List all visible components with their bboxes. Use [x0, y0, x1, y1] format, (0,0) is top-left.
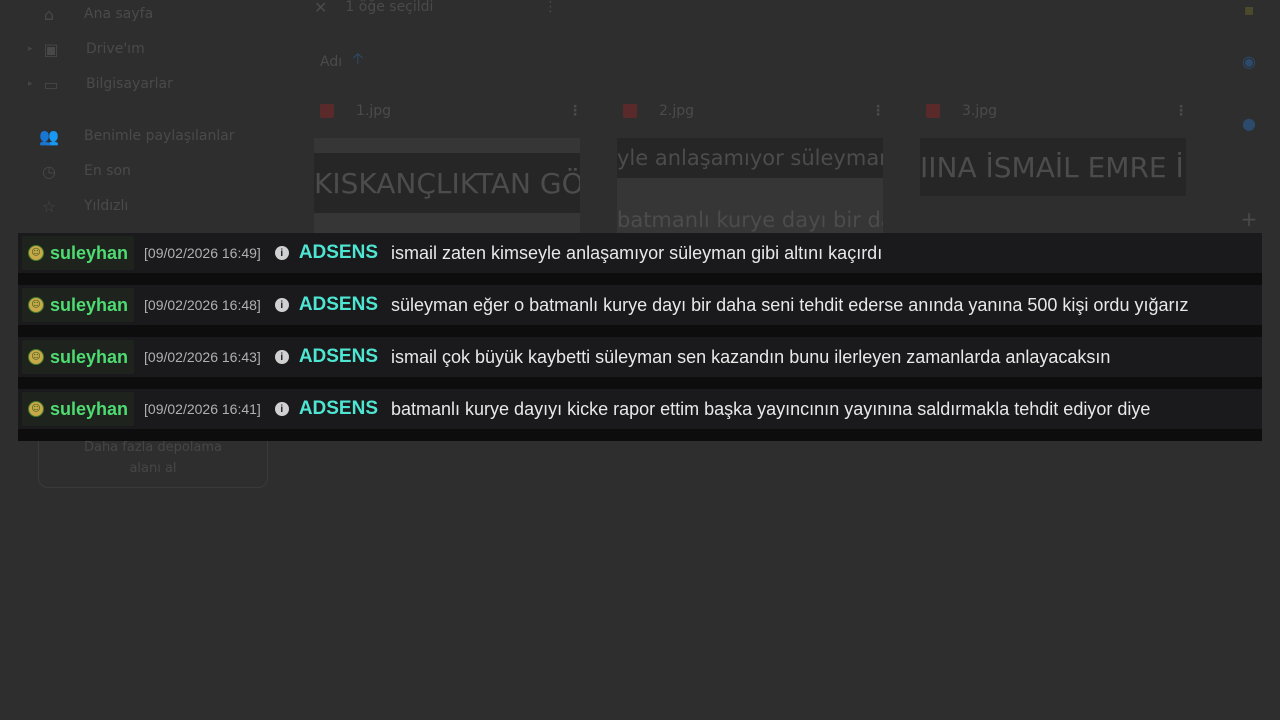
storage-line-2: alanı al [129, 461, 177, 476]
sidebar-item-label: Bilgisayarlar [86, 76, 173, 92]
image-file-icon [926, 104, 940, 118]
thumbnail-text: yle anlaşamıyor süleyman [617, 138, 883, 178]
contacts-icon[interactable]: ● [1240, 114, 1258, 133]
info-icon[interactable]: i [274, 246, 289, 260]
drive-icon: ▣ [43, 39, 59, 59]
sidebar-item-shared[interactable]: 👥 Benimle paylaşılanlar [38, 124, 235, 148]
tasks-icon[interactable]: ◉ [1240, 52, 1258, 71]
file-name: 2.jpg [659, 103, 695, 119]
file-card[interactable]: 3.jpg ⋮ IINA İSMAİL EMRE İ [920, 98, 1188, 196]
username: suleyhan [50, 398, 129, 419]
sidebar-item-label: Yıldızlı [84, 198, 129, 214]
chat-message: ☺ suleyhan [09/02/2026 16:49] i ADSENS i… [18, 233, 1262, 273]
file-card[interactable]: 2.jpg ⋮ yle anlaşamıyor süleyman batmanl… [617, 98, 885, 238]
sidebar-item-my-drive[interactable]: ▸ ▣ Drive'ım [28, 37, 145, 61]
message-text: süleyman eğer o batmanlı kurye dayı bir … [391, 294, 1189, 315]
avatar: ☺ [28, 297, 44, 313]
more-options-icon[interactable]: ⋮ [871, 103, 885, 119]
info-icon[interactable]: i [274, 298, 289, 312]
message-tag: ADSENS [298, 346, 378, 367]
sidebar-item-recent[interactable]: ◷ En son [38, 159, 131, 183]
more-options-icon[interactable]: ⋮ [568, 103, 582, 119]
sidebar-item-starred[interactable]: ☆ Yıldızlı [38, 194, 128, 218]
message-timestamp: [09/02/2026 16:41] [144, 401, 261, 417]
info-icon[interactable]: i [274, 350, 289, 364]
sidebar-item-label: Drive'ım [86, 41, 145, 57]
file-name: 3.jpg [962, 103, 998, 119]
user-badge[interactable]: ☺ suleyhan [22, 236, 135, 270]
file-thumbnail[interactable]: IINA İSMAİL EMRE İ [920, 138, 1186, 196]
chat-message: ☺ suleyhan [09/02/2026 16:41] i ADSENS b… [18, 389, 1262, 429]
sort-header[interactable]: Adı 🡡 [320, 48, 364, 75]
chat-message: ☺ suleyhan [09/02/2026 16:43] i ADSENS i… [18, 337, 1262, 377]
shared-icon: 👥 [39, 126, 59, 146]
home-icon: ⌂ [43, 4, 55, 24]
avatar: ☺ [28, 349, 44, 365]
message-timestamp: [09/02/2026 16:48] [144, 297, 261, 313]
message-text: batmanlı kurye dayıyı kicke rapor ettim … [391, 398, 1151, 419]
file-card[interactable]: 1.jpg ⋮ KISKANÇLIKTAN GÖ [314, 98, 582, 238]
image-file-icon [623, 104, 637, 118]
sidebar-item-label: Benimle paylaşılanlar [84, 128, 235, 144]
keep-icon[interactable]: ▪ [1240, 0, 1258, 19]
caret-right-icon[interactable]: ▸ [28, 79, 38, 89]
selection-count: 1 öğe seçildi [345, 0, 434, 15]
avatar: ☺ [28, 401, 44, 417]
file-thumbnail[interactable]: KISKANÇLIKTAN GÖ [314, 138, 580, 238]
message-timestamp: [09/02/2026 16:43] [144, 349, 261, 365]
image-file-icon [320, 104, 334, 118]
file-thumbnail[interactable]: yle anlaşamıyor süleyman batmanlı kurye … [617, 138, 883, 238]
clock-icon: ◷ [42, 161, 56, 181]
sidebar-item-label: Ana sayfa [84, 6, 154, 22]
file-name: 1.jpg [356, 103, 392, 119]
message-text: ismail çok büyük kaybetti süleyman sen k… [391, 346, 1111, 367]
chat-message: ☺ suleyhan [09/02/2026 16:48] i ADSENS s… [18, 285, 1262, 325]
caret-right-icon[interactable]: ▸ [28, 44, 38, 54]
user-badge[interactable]: ☺ suleyhan [22, 288, 135, 322]
sort-label: Adı [320, 53, 343, 70]
message-tag: ADSENS [298, 294, 378, 315]
arrow-up-icon[interactable]: 🡡 [352, 48, 364, 75]
message-text: ismail zaten kimseyle anlaşamıyor süleym… [391, 242, 883, 263]
sidebar-item-computers[interactable]: ▸ ▭ Bilgisayarlar [28, 72, 173, 96]
message-timestamp: [09/02/2026 16:49] [144, 245, 261, 261]
username: suleyhan [50, 242, 129, 263]
username: suleyhan [50, 294, 129, 315]
thumbnail-text: KISKANÇLIKTAN GÖ [314, 153, 580, 213]
add-icon[interactable]: + [1240, 207, 1258, 231]
sidebar-item-home[interactable]: ⌂ Ana sayfa [38, 2, 153, 26]
username: suleyhan [50, 346, 129, 367]
more-options-icon[interactable]: ⋮ [1174, 103, 1188, 119]
more-options-icon[interactable]: ⋮ [543, 0, 557, 15]
sidebar-item-label: En son [84, 163, 131, 179]
user-badge[interactable]: ☺ suleyhan [22, 392, 135, 426]
message-tag: ADSENS [298, 242, 378, 263]
thumbnail-text: IINA İSMAİL EMRE İ [920, 138, 1186, 196]
info-icon[interactable]: i [274, 402, 289, 416]
selection-toolbar: ✕ 1 öğe seçildi ⋮ [314, 0, 557, 17]
avatar: ☺ [28, 245, 44, 261]
message-tag: ADSENS [298, 398, 378, 419]
computer-icon: ▭ [43, 74, 59, 94]
chat-overlay: ☺ suleyhan [09/02/2026 16:49] i ADSENS i… [18, 233, 1262, 441]
star-icon: ☆ [41, 196, 57, 216]
close-icon[interactable]: ✕ [314, 0, 327, 17]
user-badge[interactable]: ☺ suleyhan [22, 340, 135, 374]
